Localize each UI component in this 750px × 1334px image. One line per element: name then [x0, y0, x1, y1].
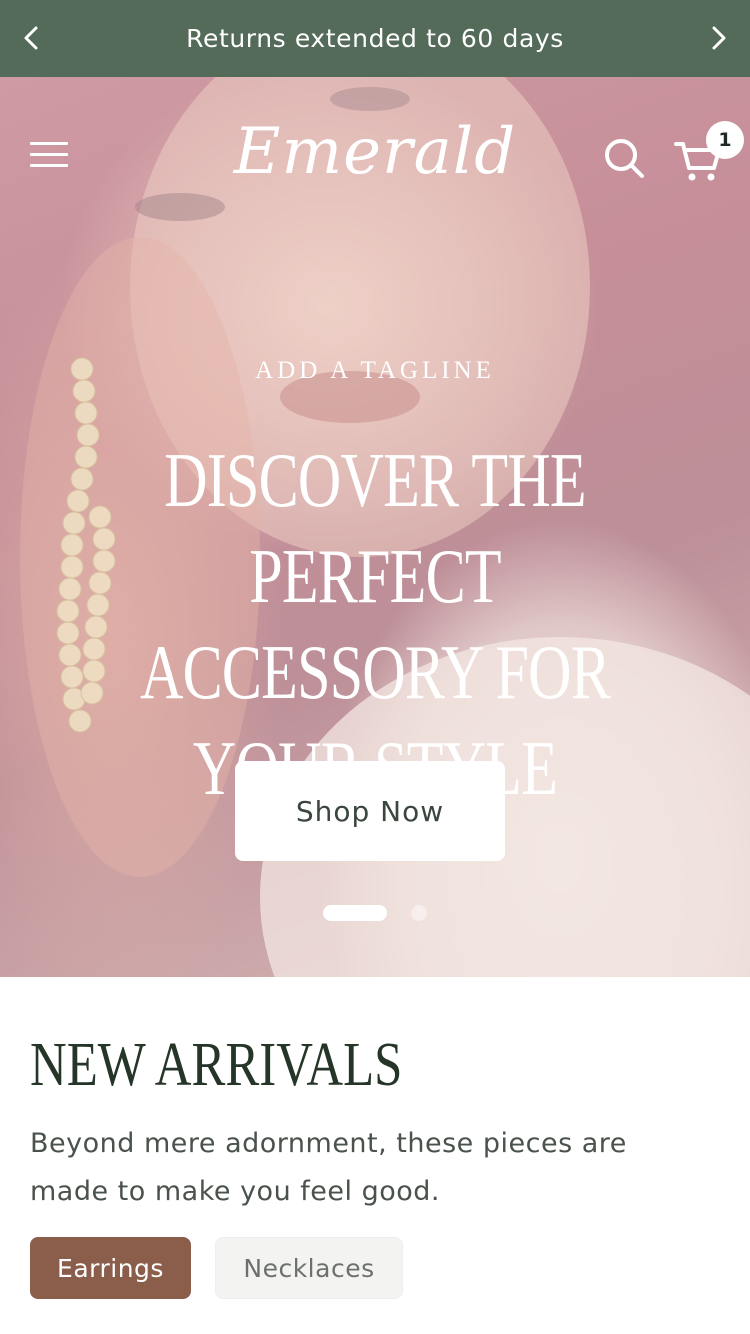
chevron-right-icon[interactable]: [702, 22, 734, 54]
cart-count-badge: 1: [706, 121, 744, 159]
shop-now-button[interactable]: Shop Now: [235, 761, 505, 861]
section-title: NEW ARRIVALS: [30, 1031, 403, 1099]
tab-earrings[interactable]: Earrings: [30, 1237, 191, 1299]
slide-dot-active[interactable]: [323, 905, 387, 921]
slide-dot[interactable]: [411, 905, 427, 921]
chevron-left-icon[interactable]: [16, 22, 48, 54]
hero-banner: Emerald 1 ADD A TAGLINE DISCOVER THE PER…: [0, 77, 750, 977]
section-description: Beyond mere adornment, these pieces are …: [30, 1128, 627, 1207]
announcement-bar: Returns extended to 60 days: [0, 0, 750, 77]
announcement-text: Returns extended to 60 days: [186, 24, 564, 53]
tab-necklaces[interactable]: Necklaces: [215, 1237, 403, 1299]
hero-tagline: ADD A TAGLINE: [255, 357, 495, 384]
search-icon[interactable]: [600, 134, 648, 182]
slide-indicators: [0, 905, 750, 921]
hero-headline: DISCOVER THE PERFECT ACCESSORY FOR YOUR …: [140, 437, 611, 811]
